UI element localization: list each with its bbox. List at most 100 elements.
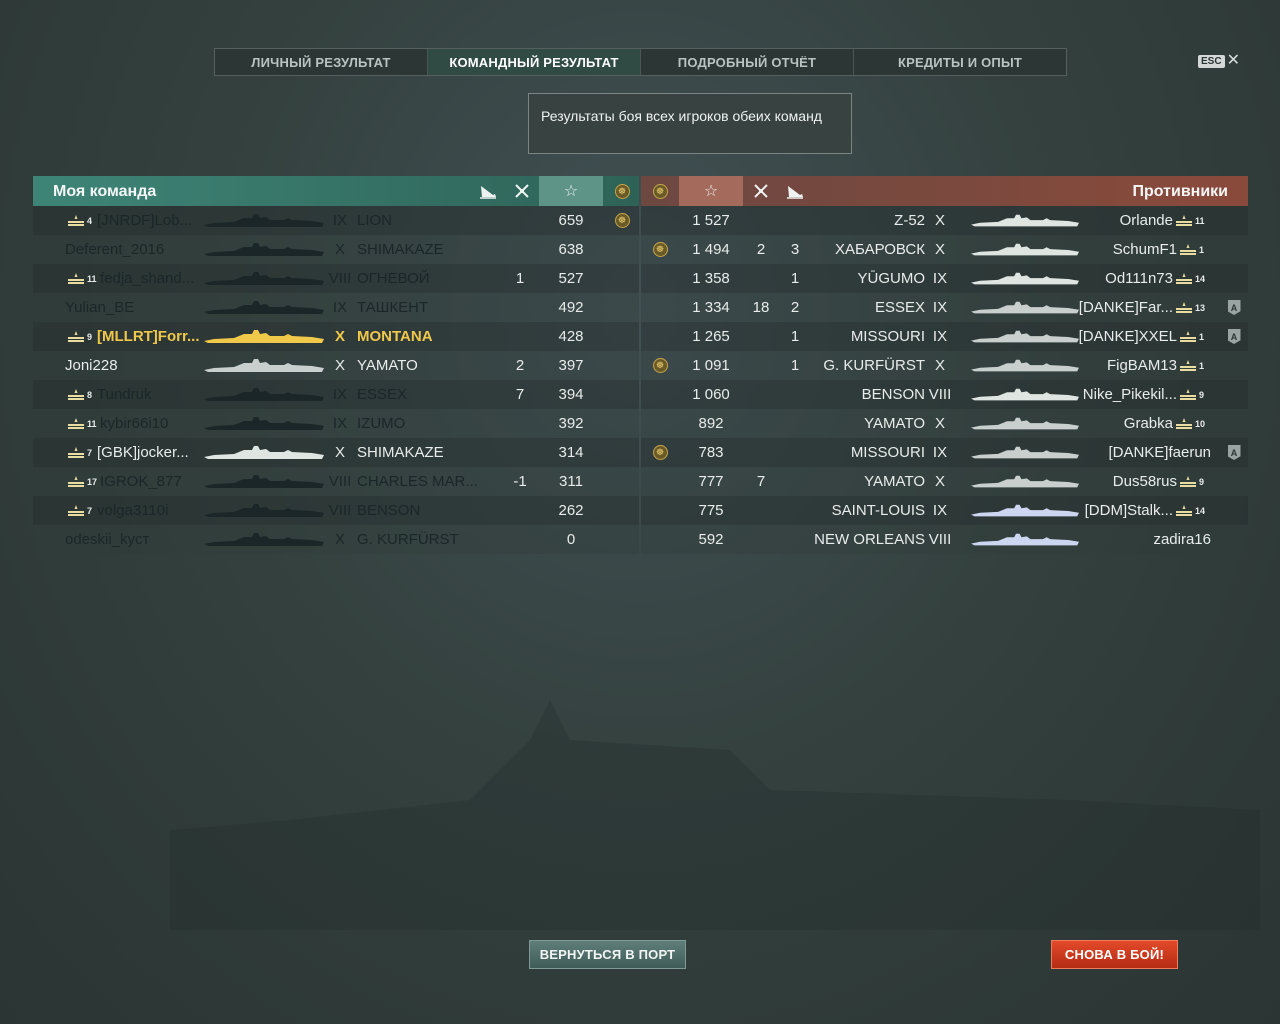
enemy-team-title: Противники xyxy=(1132,183,1229,200)
ship-silhouette xyxy=(203,293,325,322)
ship-name: Z-52 xyxy=(894,212,925,229)
ship-silhouette xyxy=(203,409,325,438)
my-team-row[interactable]: 4 [JNRDF]Lob... IX LION 659 ☸ xyxy=(33,206,639,235)
enemy-team-row[interactable]: ☸ 1 091 1 G. KURFÜRST X FigBAM13 1 xyxy=(641,351,1248,380)
planes-count xyxy=(483,351,509,380)
ship-name: CHARLES MAR... xyxy=(357,473,477,490)
enemy-team-row[interactable]: ☸ 1 494 2 3 ХАБАРОВСК X SchumF1 1 xyxy=(641,235,1248,264)
my-team-header: Моя команда ☆ ☸ xyxy=(33,176,639,206)
rank-badge: 17 xyxy=(67,467,97,496)
frags-count xyxy=(745,409,777,438)
exp-value: 775 xyxy=(698,502,724,519)
medal-icon: ☸ xyxy=(643,351,677,380)
ship-name: SHIMAKAZE xyxy=(357,241,444,258)
frags-count: -1 xyxy=(513,473,527,490)
ship-silhouette xyxy=(203,264,325,293)
ship-silhouette xyxy=(203,438,325,467)
player-name: SchumF1 xyxy=(1112,241,1177,258)
ship-silhouette xyxy=(955,380,1079,409)
ship-name: ESSEX xyxy=(874,299,925,316)
enemy-team-row[interactable]: 1 334 18 2 ESSEX IX [DANKE]Far... 13 A xyxy=(641,293,1248,322)
enemy-team-row[interactable]: 592 NEW ORLEANS VIII zadira16 xyxy=(641,525,1248,554)
tab-0[interactable]: ЛИЧНЫЙ РЕЗУЛЬТАТ xyxy=(215,49,428,75)
enemy-team-row[interactable]: 1 060 BENSON VIII Nike_Pikekil... 9 xyxy=(641,380,1248,409)
enemy-team-row[interactable]: 1 527 Z-52 X Orlande 11 xyxy=(641,206,1248,235)
rank-badge: 8 xyxy=(67,380,92,409)
my-team-row[interactable]: 9 [MLLRT]Forr... X MONTANA 428 xyxy=(33,322,639,351)
tab-3[interactable]: КРЕДИТЫ И ОПЫТ xyxy=(854,49,1066,75)
planes-shot-icon xyxy=(473,176,503,206)
division-badge-icon: A xyxy=(1225,322,1243,351)
my-team-row[interactable]: odeskii_kycт X G. KURFÜRST 0 xyxy=(33,525,639,554)
planes-count xyxy=(483,496,509,525)
ship-tier: X xyxy=(334,531,345,548)
ship-tier: IX xyxy=(932,328,948,345)
my-team-row[interactable]: Deferent_2016 X SHIMAKAZE 638 xyxy=(33,235,639,264)
frags-count xyxy=(507,206,533,235)
my-team-row[interactable]: 11 kybir66i10 IX IZUMO 392 xyxy=(33,409,639,438)
frags-count xyxy=(507,525,533,554)
enemy-team-row[interactable]: 1 358 1 YŪGUMO IX Od111n73 14 xyxy=(641,264,1248,293)
my-team-row[interactable]: 17 IGROK_877 VIII CHARLES MAR... -1 311 xyxy=(33,467,639,496)
ship-tier: IX xyxy=(932,444,948,461)
ship-silhouette xyxy=(955,235,1079,264)
enemy-team-row[interactable]: 1 265 1 MISSOURI IX [DANKE]XXEL 1 A xyxy=(641,322,1248,351)
my-team-row[interactable]: 11 fedja_shand... VIII ОГНЕВОЙ 1 527 xyxy=(33,264,639,293)
rank-number: 4 xyxy=(87,215,93,226)
ship-tier: VIII xyxy=(928,386,952,403)
my-team-title: Моя команда xyxy=(53,183,157,200)
ship-tier: X xyxy=(934,241,945,258)
rank-number: 9 xyxy=(87,331,93,342)
enemy-team-row[interactable]: 892 YAMATO X Grabka 10 xyxy=(641,409,1248,438)
exp-value: 638 xyxy=(558,241,584,258)
enemy-team-panel: ☸ ☆ Противники 1 527 Z-52 X Orlande 11 ☸ 1 494… xyxy=(641,176,1248,554)
division-badge-icon: A xyxy=(1225,438,1243,467)
my-team-row[interactable]: Joni228 X YAMATO 2 397 xyxy=(33,351,639,380)
player-name: Grabka xyxy=(1123,415,1173,432)
player-name: Orlande xyxy=(1119,212,1173,229)
exp-value: 428 xyxy=(558,328,584,345)
exp-value: 592 xyxy=(698,531,724,548)
rank-number: 10 xyxy=(1195,418,1206,429)
player-name: IGROK_877 xyxy=(100,473,182,490)
my-team-row[interactable]: 7 [GBK]jocker... X SHIMAKAZE 314 xyxy=(33,438,639,467)
frags-count: 7 xyxy=(515,386,525,403)
ship-name: YAMATO xyxy=(864,415,925,432)
enemy-team-row[interactable]: 777 7 YAMATO X Dus58rus 9 xyxy=(641,467,1248,496)
rank-number: 11 xyxy=(87,418,97,429)
ship-tier: X xyxy=(934,357,945,374)
close-button[interactable]: ESC ✕ xyxy=(1198,53,1240,69)
player-name: Nike_Pikekil... xyxy=(1082,386,1177,403)
enemy-team-row[interactable]: ☸ 783 MISSOURI IX [DANKE]faerun A xyxy=(641,438,1248,467)
exp-value: 527 xyxy=(558,270,584,287)
exp-value: 0 xyxy=(566,531,576,548)
tab-1[interactable]: КОМАНДНЫЙ РЕЗУЛЬТАТ xyxy=(428,49,641,75)
rank-badge: 11 xyxy=(1175,206,1205,235)
ship-tier: IX xyxy=(332,415,348,432)
my-team-row[interactable]: 7 volga3110i VIII BENSON 262 xyxy=(33,496,639,525)
frags-count xyxy=(745,264,777,293)
ship-name: BENSON xyxy=(861,386,925,403)
my-team-row[interactable]: Yulian_BE IX ТАШКЕНТ 492 xyxy=(33,293,639,322)
rank-badge: 13 xyxy=(1175,293,1205,322)
frags-icon xyxy=(507,176,537,206)
exp-value: 397 xyxy=(558,357,584,374)
ship-tier: X xyxy=(334,444,345,461)
tab-2[interactable]: ПОДРОБНЫЙ ОТЧЁТ xyxy=(641,49,854,75)
ship-name: ТАШКЕНТ xyxy=(357,299,429,316)
rank-badge: 1 xyxy=(1179,351,1204,380)
rank-number: 1 xyxy=(1199,244,1205,255)
ship-silhouette xyxy=(955,293,1079,322)
ship-silhouette xyxy=(955,206,1079,235)
ship-tier: IX xyxy=(932,299,948,316)
frags-count: 1 xyxy=(515,270,525,287)
enemy-team-row[interactable]: 775 SAINT-LOUIS IX [DDM]Stalk... 14 xyxy=(641,496,1248,525)
battle-again-button[interactable]: СНОВА В БОЙ! xyxy=(1051,940,1178,969)
ship-name: ОГНЕВОЙ xyxy=(357,270,430,287)
frags-count xyxy=(745,496,777,525)
player-name: kybir66i10 xyxy=(100,415,169,432)
my-team-row[interactable]: 8 Tundruk IX ESSEX 7 394 xyxy=(33,380,639,409)
return-to-port-button[interactable]: ВЕРНУТЬСЯ В ПОРТ xyxy=(529,940,686,969)
star-icon: ☆ xyxy=(539,176,603,206)
ship-silhouette xyxy=(955,264,1079,293)
